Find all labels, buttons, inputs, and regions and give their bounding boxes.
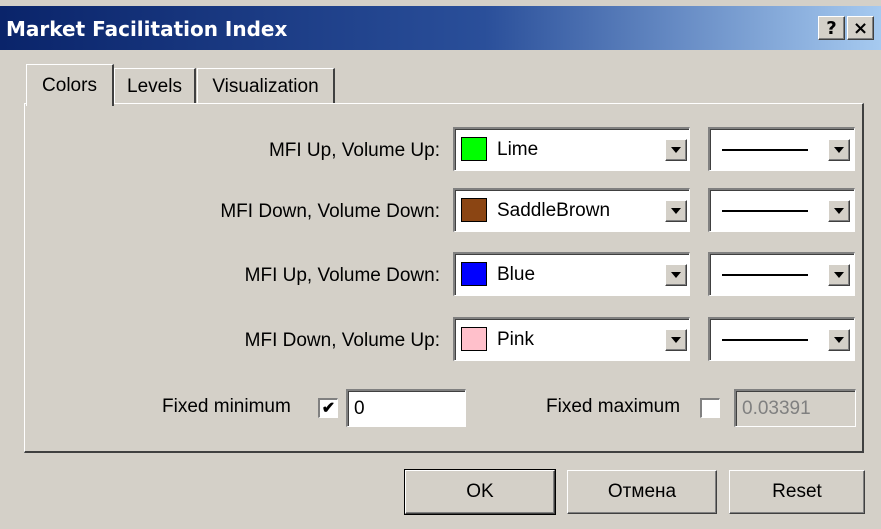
- tab-visualization[interactable]: Visualization: [197, 68, 335, 104]
- tab-label: Visualization: [212, 75, 319, 97]
- cancel-button-label: Отмена: [607, 481, 677, 502]
- tab-colors[interactable]: Colors: [26, 64, 114, 106]
- cancel-button[interactable]: Отмена: [567, 470, 717, 514]
- tab-levels[interactable]: Levels: [114, 68, 196, 104]
- help-icon: ?: [826, 17, 837, 39]
- tab-label: Colors: [42, 74, 97, 96]
- help-button[interactable]: ?: [818, 16, 845, 40]
- title-bar[interactable]: Market Facilitation Index ? ×: [0, 6, 881, 50]
- close-icon: ×: [852, 17, 869, 39]
- close-button[interactable]: ×: [847, 16, 874, 40]
- reset-button[interactable]: Reset: [729, 470, 865, 514]
- tab-panel-colors: [24, 103, 864, 453]
- window-title: Market Facilitation Index: [6, 17, 288, 41]
- reset-button-label: Reset: [772, 481, 822, 502]
- ok-button-label: OK: [466, 481, 494, 502]
- tab-label: Levels: [127, 75, 182, 97]
- ok-button[interactable]: OK: [404, 469, 556, 515]
